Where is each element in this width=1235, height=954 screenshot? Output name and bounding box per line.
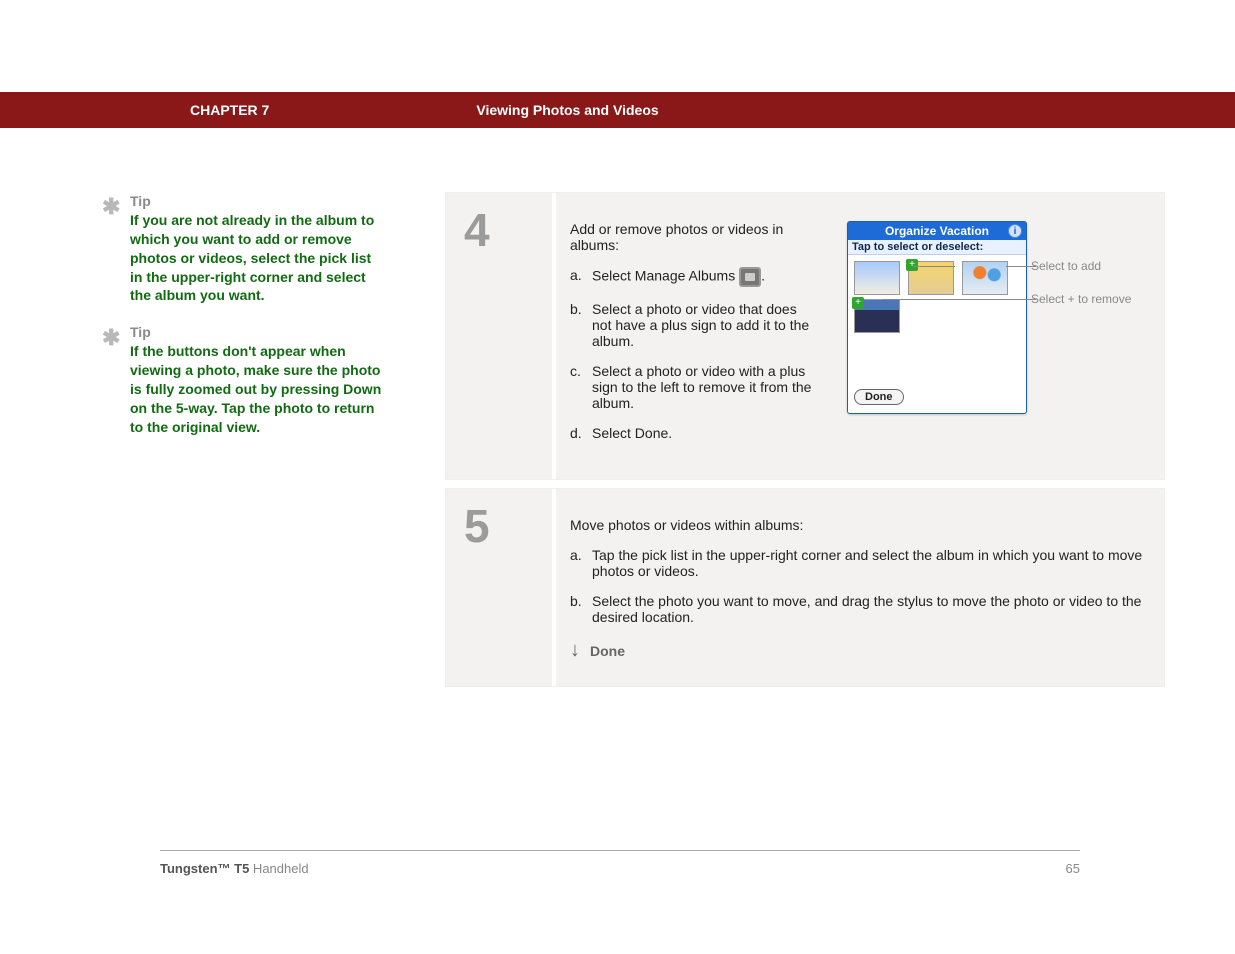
step-number-column: 4 — [446, 193, 556, 479]
tip-body: If the buttons don't appear when viewing… — [130, 342, 385, 436]
palm-done-button: Done — [854, 389, 1020, 405]
manage-albums-icon — [739, 267, 761, 287]
substep-text: Select the photo you want to move, and d… — [592, 593, 1146, 625]
substep-text-pre: Select Manage Albums — [592, 268, 739, 284]
substep-list: a. Select Manage Albums . b. Select a ph… — [570, 267, 815, 441]
substep-marker: d. — [570, 425, 592, 441]
plus-icon: + — [906, 259, 918, 271]
substep-text: Tap the pick list in the upper-right cor… — [592, 547, 1146, 579]
substep-marker: a. — [570, 547, 592, 579]
thumbnail-with-plus: + — [854, 299, 900, 333]
step-intro: Add or remove photos or videos in albums… — [570, 221, 815, 253]
tip-block: ✱ Tip If you are not already in the albu… — [130, 192, 385, 305]
callout-label-add: Select to add — [1031, 259, 1151, 273]
substep-text: Select Manage Albums . — [592, 267, 765, 287]
thumbnail-image — [969, 266, 1005, 288]
step-number: 4 — [464, 203, 552, 257]
thumbnail — [962, 261, 1008, 295]
step-body: Move photos or videos within albums: a. … — [556, 489, 1164, 686]
substep-text-post: . — [761, 268, 765, 284]
product-name-rest: Handheld — [249, 861, 308, 876]
substep-marker: c. — [570, 363, 592, 411]
substep-text: Select a photo or video that does not ha… — [592, 301, 815, 349]
substep: d. Select Done. — [570, 425, 815, 441]
step-intro: Move photos or videos within albums: — [570, 517, 1146, 533]
step-body: Add or remove photos or videos in albums… — [556, 193, 1164, 479]
done-indicator: ↓ Done — [570, 639, 1146, 662]
substep: a. Tap the pick list in the upper-right … — [570, 547, 1146, 579]
main-steps: 4 Add or remove photos or videos in albu… — [445, 192, 1165, 695]
callout-line — [913, 266, 955, 267]
asterisk-icon: ✱ — [102, 323, 120, 353]
substep: a. Select Manage Albums . — [570, 267, 815, 287]
tip-heading: Tip — [130, 323, 385, 342]
substep: b. Select the photo you want to move, an… — [570, 593, 1146, 625]
substep-list: a. Tap the pick list in the upper-right … — [570, 547, 1146, 625]
substep-text: Select Done. — [592, 425, 672, 441]
chapter-header: CHAPTER 7 Viewing Photos and Videos — [0, 92, 1235, 128]
callout-line — [976, 299, 1036, 300]
done-label: Done — [590, 643, 625, 659]
product-name: Tungsten™ T5 Handheld — [160, 861, 309, 876]
substep: b. Select a photo or video that does not… — [570, 301, 815, 349]
chapter-title: Viewing Photos and Videos — [476, 102, 658, 118]
substep-marker: a. — [570, 267, 592, 287]
chapter-label: CHAPTER 7 — [190, 102, 269, 118]
step-number: 5 — [464, 499, 552, 553]
callout-label-remove: Select + to remove — [1031, 292, 1181, 306]
substep-marker: b. — [570, 301, 592, 349]
substep: c. Select a photo or video with a plus s… — [570, 363, 815, 411]
tip-body: If you are not already in the album to w… — [130, 211, 385, 305]
page-footer: Tungsten™ T5 Handheld 65 — [160, 850, 1080, 876]
thumb-row: + — [848, 255, 1026, 295]
step-4: 4 Add or remove photos or videos in albu… — [445, 192, 1165, 480]
palm-screenshot-callout: Organize Vacation i Tap to select or des… — [847, 221, 1182, 414]
palm-subheader: Tap to select or deselect: — [848, 240, 1026, 255]
down-arrow-icon: ↓ — [570, 639, 580, 662]
palm-titlebar: Organize Vacation i — [848, 222, 1026, 240]
substep-text: Select a photo or video with a plus sign… — [592, 363, 815, 411]
asterisk-icon: ✱ — [102, 192, 120, 222]
step-5: 5 Move photos or videos within albums: a… — [445, 488, 1165, 687]
info-icon: i — [1008, 224, 1022, 238]
palm-title-text: Organize Vacation — [885, 224, 989, 238]
tip-block: ✱ Tip If the buttons don't appear when v… — [130, 323, 385, 436]
palm-screenshot: Organize Vacation i Tap to select or des… — [847, 221, 1027, 414]
substep-marker: b. — [570, 593, 592, 625]
plus-icon: + — [852, 297, 864, 309]
step-number-column: 5 — [446, 489, 556, 686]
product-name-bold: Tungsten™ T5 — [160, 861, 249, 876]
page-number: 65 — [1066, 861, 1080, 876]
tip-heading: Tip — [130, 192, 385, 211]
palm-done-label: Done — [854, 389, 904, 405]
thumbnail — [854, 261, 900, 295]
sidebar-tips: ✱ Tip If you are not already in the albu… — [130, 192, 385, 455]
thumb-row: + — [848, 295, 1026, 339]
